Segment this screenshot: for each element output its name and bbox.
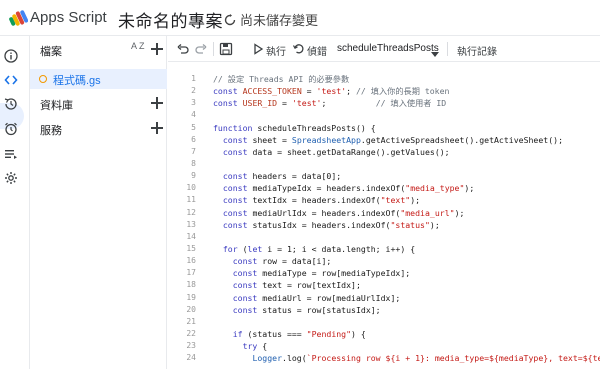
run-play-icon[interactable] [251, 42, 265, 56]
line-number: 4 [191, 110, 196, 120]
function-selector[interactable]: scheduleThreadsPosts [337, 43, 439, 54]
code-line[interactable]: const mediaTypeIdx = headers.indexOf("me… [213, 182, 600, 194]
line-number: 9 [191, 171, 196, 181]
line-number: 15 [186, 243, 196, 253]
triggers-history-icon[interactable] [3, 96, 19, 112]
code-line[interactable]: if (status === "Pending") { [213, 328, 600, 340]
gs-file-icon [39, 75, 47, 83]
toolbar-divider [447, 42, 448, 56]
line-number: 21 [186, 316, 196, 326]
code-line[interactable]: const mediaUrl = row[mediaUrlIdx]; [213, 292, 600, 304]
undo-icon[interactable] [176, 42, 190, 56]
code-line[interactable]: const data = sheet.getDataRange().getVal… [213, 146, 600, 158]
project-title[interactable]: 未命名的專案 [118, 7, 223, 32]
overview-icon[interactable] [3, 48, 19, 64]
line-number: 18 [186, 280, 196, 290]
line-number: 5 [191, 122, 196, 132]
file-name: 程式碼.gs [53, 75, 101, 87]
code-line[interactable]: const text = row[textIdx]; [213, 279, 600, 291]
code-line[interactable] [213, 231, 600, 243]
line-number-gutter: 1 2 3 4 5 6 7 8 9 10 11 12 13 14 15 16 17 18 19 20 21 22 23 24 [168, 73, 196, 364]
line-number: 2 [191, 86, 196, 96]
code-editor[interactable]: 1 2 3 4 5 6 7 8 9 10 11 12 13 14 15 16 17 18 19 20 21 22 23 24 … [168, 62, 600, 369]
line-number: 22 [186, 328, 196, 338]
libraries-label[interactable]: 資料庫 [40, 97, 73, 113]
line-number: 11 [186, 195, 196, 205]
file-item-code-gs[interactable]: 程式碼.gs [30, 69, 167, 89]
line-number: 10 [186, 183, 196, 193]
sort-az-icon[interactable]: A Z [131, 42, 145, 51]
debug-icon[interactable] [292, 42, 306, 56]
line-number: 19 [186, 292, 196, 302]
code-line[interactable]: // 設定 Threads API 的必要參數 [213, 73, 600, 85]
line-number: 13 [186, 219, 196, 229]
code-line[interactable] [213, 109, 600, 121]
code-line[interactable]: const mediaUrlIdx = headers.indexOf("med… [213, 207, 600, 219]
editor-toolbar: 執行 偵錯 scheduleThreadsPosts 執行記錄 [168, 36, 600, 62]
add-file-plus-icon[interactable] [151, 43, 163, 55]
code-line[interactable]: function scheduleThreadsPosts() { [213, 122, 600, 134]
run-button[interactable]: 執行 [266, 43, 286, 58]
code-line[interactable]: const mediaType = row[mediaTypeIdx]; [213, 267, 600, 279]
line-number: 12 [186, 207, 196, 217]
sync-icon [224, 13, 236, 25]
save-status-text: 尚未儲存變更 [240, 13, 319, 28]
left-rail [0, 36, 24, 369]
code-line[interactable] [213, 158, 600, 170]
code-line[interactable] [213, 316, 600, 328]
toolbar-divider [213, 42, 214, 56]
settings-gear-icon[interactable] [3, 170, 19, 186]
add-library-plus-icon[interactable] [151, 97, 163, 109]
line-number: 8 [191, 158, 196, 168]
line-number: 7 [191, 146, 196, 156]
code-line[interactable]: const textIdx = headers.indexOf("text"); [213, 194, 600, 206]
line-number: 14 [186, 231, 196, 241]
executions-list-icon[interactable] [3, 146, 19, 162]
execution-log-button[interactable]: 執行記錄 [457, 43, 497, 58]
alarm-clock-icon[interactable] [3, 121, 19, 137]
line-number: 16 [186, 256, 196, 266]
services-label[interactable]: 服務 [40, 122, 62, 138]
app-header: Apps Script 未命名的專案 尚未儲存變更 [0, 0, 600, 36]
line-number: 1 [191, 74, 196, 83]
app-name[interactable]: Apps Script [30, 9, 107, 26]
code-line[interactable]: const headers = data[0]; [213, 170, 600, 182]
debug-button[interactable]: 偵錯 [307, 43, 327, 58]
code-line[interactable]: for (let i = 1; i < data.length; i++) { [213, 243, 600, 255]
code-line[interactable]: const status = row[statusIdx]; [213, 304, 600, 316]
line-number: 3 [191, 98, 196, 108]
code-line[interactable]: Logger.log(`Processing row ${i + 1}: med… [213, 352, 600, 364]
line-number: 17 [186, 268, 196, 278]
apps-script-logo-icon[interactable] [8, 8, 28, 28]
files-panel: 檔案 A Z 程式碼.gs 資料庫 服務 [29, 36, 167, 369]
save-disk-icon[interactable] [219, 42, 233, 56]
code-line[interactable]: const sheet = SpreadsheetApp.getActiveSp… [213, 134, 600, 146]
editor-icon[interactable] [3, 72, 19, 88]
line-number: 20 [186, 304, 196, 314]
files-heading: 檔案 [40, 46, 62, 58]
redo-icon[interactable] [194, 42, 208, 56]
code-line[interactable]: const statusIdx = headers.indexOf("statu… [213, 219, 600, 231]
code-line[interactable]: const USER_ID = 'test'; // 填入使用者 ID [213, 97, 600, 109]
code-line[interactable]: const ACCESS_TOKEN = 'test'; // 填入你的長期 t… [213, 85, 600, 97]
save-status: 尚未儲存變更 [224, 10, 318, 29]
add-service-plus-icon[interactable] [151, 122, 163, 134]
code-lines[interactable]: // 設定 Threads API 的必要參數 const ACCESS_TOKE… [213, 73, 600, 364]
chevron-down-icon[interactable] [431, 45, 439, 57]
line-number: 24 [186, 353, 196, 363]
line-number: 23 [186, 341, 196, 351]
code-line[interactable]: const row = data[i]; [213, 255, 600, 267]
line-number: 6 [191, 134, 196, 144]
code-line[interactable]: try { [213, 340, 600, 352]
